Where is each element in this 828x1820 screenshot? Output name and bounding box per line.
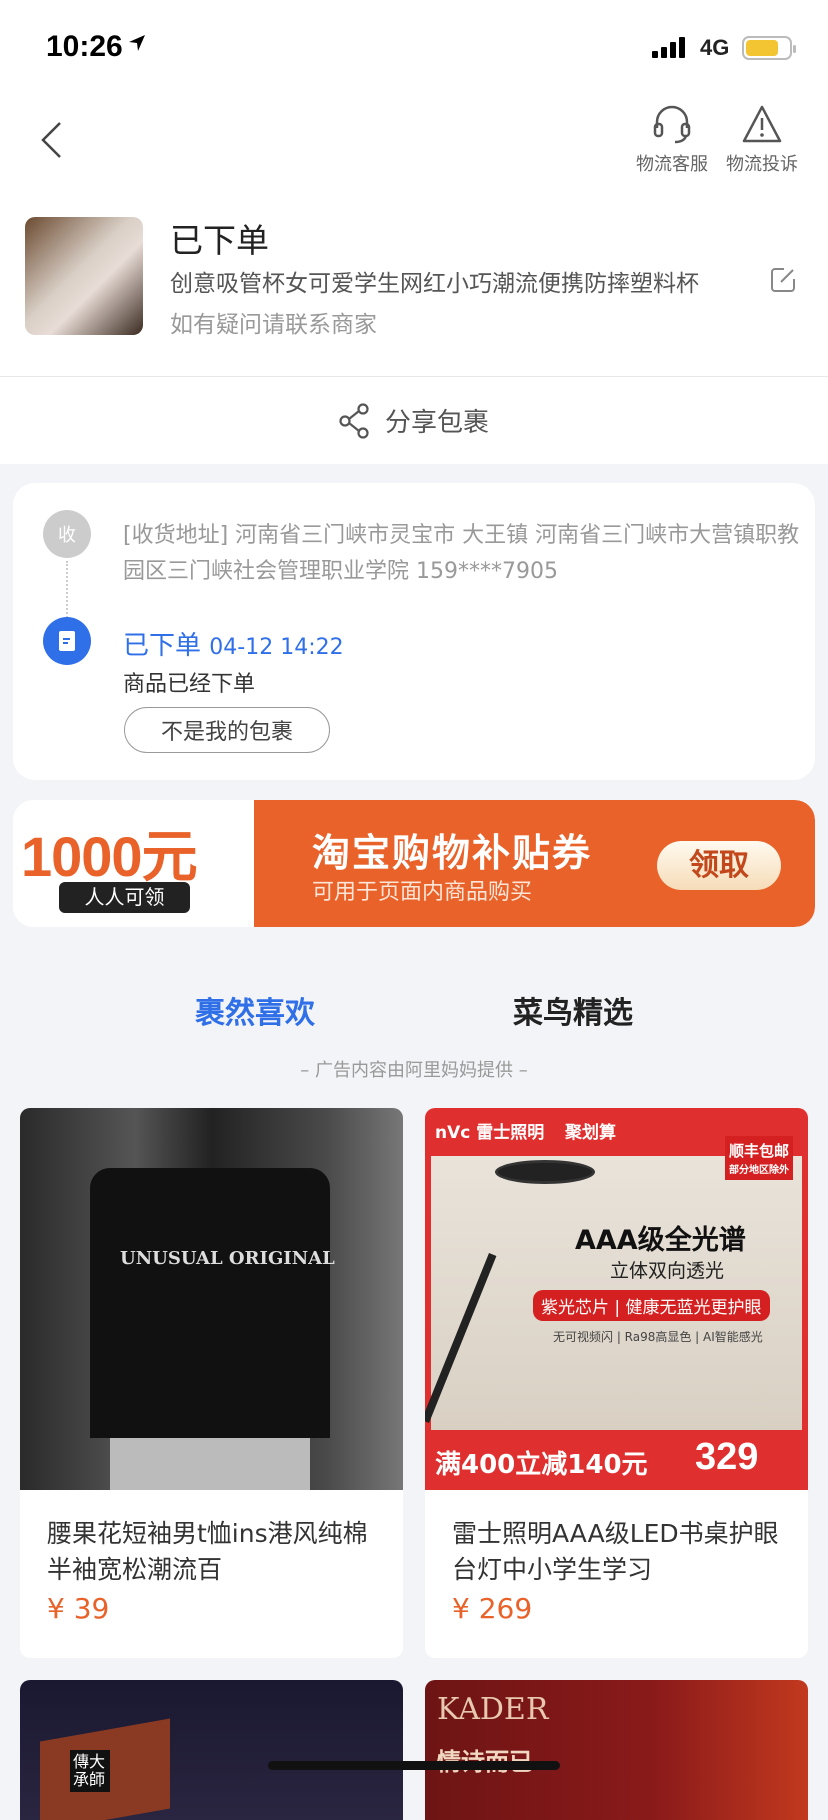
- lamp-head: [495, 1160, 595, 1184]
- product-name[interactable]: 创意吸管杯女可爱学生网红小巧潮流便携防摔塑料杯: [170, 264, 760, 298]
- claim-coupon-button[interactable]: 领取: [657, 841, 781, 890]
- product-card[interactable]: 傳大 承師: [20, 1680, 403, 1820]
- back-chevron-icon[interactable]: [38, 120, 64, 160]
- logistics-complaint-label: 物流投诉: [726, 154, 798, 175]
- share-package-label: 分享包裹: [384, 408, 489, 438]
- product-card[interactable]: KADER 情诗而已: [425, 1680, 808, 1820]
- order-document-icon: [43, 617, 91, 665]
- product-image: nVc 雷士照明 聚划算 顺丰包邮部分地区除外 AAA级全光谱 立体双向透光 紫…: [425, 1108, 808, 1490]
- tshirt-print-text: UNUSUAL ORIGINAL: [120, 1248, 335, 1269]
- event-description: 商品已经下单: [123, 672, 256, 697]
- tab-cainiao-picks[interactable]: 菜鸟精选: [473, 988, 673, 1032]
- logistics-service-label: 物流客服: [636, 154, 708, 175]
- box-label: 傳大 承師: [70, 1750, 110, 1792]
- tshirt-shape: [90, 1168, 330, 1438]
- edit-icon[interactable]: [770, 266, 796, 294]
- tab-recommended[interactable]: 裹然喜欢: [155, 988, 355, 1032]
- ad-disclaimer: – 广告内容由阿里妈妈提供 –: [300, 1060, 528, 1081]
- share-icon: [339, 402, 369, 439]
- coupon-badge: 人人可领: [59, 882, 190, 913]
- product-thumbnail[interactable]: [25, 217, 143, 335]
- network-type: 4G: [700, 35, 730, 60]
- location-arrow-icon: [129, 35, 145, 51]
- share-package-button[interactable]: 分享包裹: [0, 377, 828, 464]
- campaign-text: 聚划算: [565, 1123, 616, 1143]
- event-status: 已下单: [123, 631, 202, 661]
- product-price: ¥ 269: [452, 1592, 533, 1625]
- signal-icon: [652, 36, 685, 58]
- event-time: 04-12 14:22: [209, 635, 344, 660]
- contact-merchant-hint: 如有疑问请联系商家: [170, 312, 377, 338]
- product-title: 雷士照明AAA级LED书桌护眼台灯中小学生学习: [452, 1519, 779, 1584]
- battery-icon: [742, 36, 796, 60]
- brand-logo-text: KADER: [437, 1692, 549, 1727]
- coupon-amount: 1000元: [21, 825, 198, 888]
- promo-text: 满400立减140元: [435, 1450, 648, 1480]
- coupon-title: 淘宝购物补贴券: [312, 831, 593, 875]
- headset-icon: [653, 105, 691, 144]
- headline-text: AAA级全光谱: [575, 1225, 746, 1256]
- coupon-subtitle: 可用于页面内商品购买: [312, 880, 533, 905]
- warning-icon: [742, 105, 782, 143]
- order-status-title: 已下单: [170, 221, 269, 260]
- slogan-text: 情诗而已: [437, 1742, 533, 1777]
- tracking-card: 收 [收货地址] 河南省三门峡市灵宝市 大王镇 河南省三门峡市大营镇职教园区三门…: [13, 483, 815, 780]
- features-text: 无可视频闪 | Ra98高显色 | AI智能感光: [553, 1330, 763, 1344]
- brand-text: nVc 雷士照明: [435, 1123, 545, 1143]
- product-price: ¥ 39: [47, 1592, 110, 1625]
- address-badge: 收: [43, 510, 91, 558]
- pants-shape: [110, 1438, 310, 1490]
- tracking-event-status: 已下单 04-12 14:22: [123, 625, 344, 662]
- status-time: 10:26: [46, 30, 123, 63]
- tag-purple-chip: 紫光芯片: [541, 1298, 609, 1318]
- tag-eye-care: 健康无蓝光更护眼: [625, 1298, 762, 1318]
- subheadline-text: 立体双向透光: [610, 1260, 725, 1282]
- not-my-package-button[interactable]: 不是我的包裹: [124, 707, 330, 753]
- coupon-banner[interactable]: 1000元 人人可领 淘宝购物补贴券 可用于页面内商品购买 领取: [13, 800, 815, 927]
- shipping-text: 顺丰包邮: [729, 1142, 790, 1160]
- promo-price: 329: [695, 1436, 759, 1478]
- delivery-address: [收货地址] 河南省三门峡市灵宝市 大王镇 河南省三门峡市大营镇职教园区三门峡社…: [123, 523, 800, 584]
- shipping-badge: 顺丰包邮部分地区除外: [725, 1136, 794, 1180]
- home-indicator[interactable]: [268, 1761, 560, 1770]
- product-card[interactable]: nVc 雷士照明 聚划算 顺丰包邮部分地区除外 AAA级全光谱 立体双向透光 紫…: [425, 1108, 808, 1658]
- shipping-subtext: 部分地区除外: [729, 1165, 789, 1176]
- feature-tags: 紫光芯片 | 健康无蓝光更护眼: [533, 1290, 770, 1321]
- product-title: 腰果花短袖男t恤ins港风纯棉半袖宽松潮流百: [47, 1519, 368, 1584]
- product-image: UNUSUAL ORIGINAL: [20, 1108, 403, 1490]
- coupon-body: 淘宝购物补贴券 可用于页面内商品购买 领取: [254, 800, 815, 927]
- product-card[interactable]: UNUSUAL ORIGINAL 腰果花短袖男t恤ins港风纯棉半袖宽松潮流百 …: [20, 1108, 403, 1658]
